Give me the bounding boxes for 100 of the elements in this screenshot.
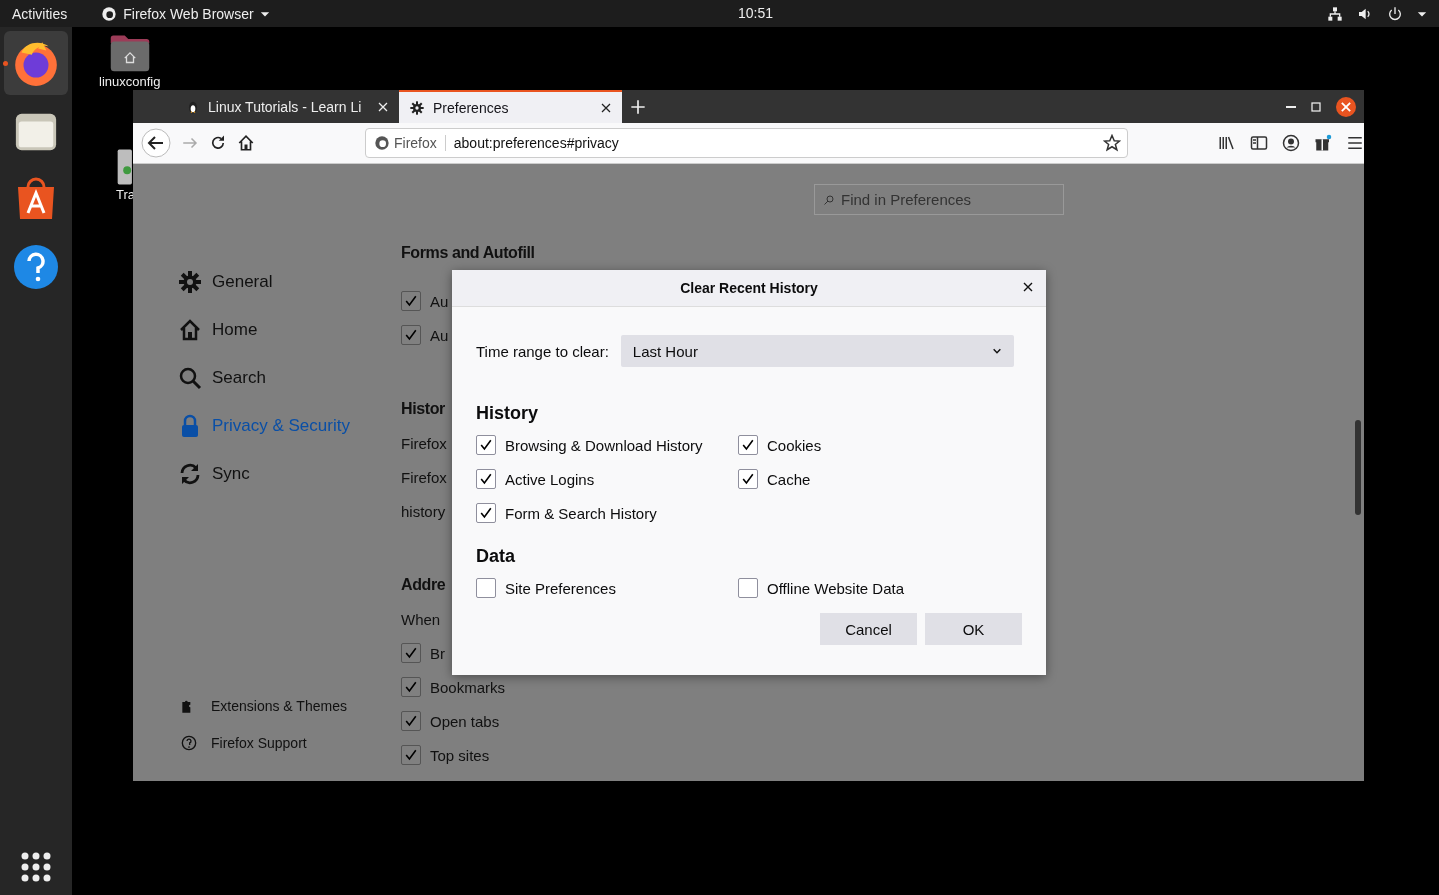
new-tab-button[interactable] [630,98,646,115]
clock[interactable]: 10:51 [738,5,774,21]
sidebar-link[interactable]: Firefox Support [178,724,401,761]
close-icon [377,100,389,113]
gear-icon [409,99,425,116]
scrollbar-thumb[interactable] [1355,420,1361,515]
sidebar-link[interactable]: Extensions & Themes [178,687,401,724]
home-icon [178,318,202,342]
section-heading: Histor [401,399,445,419]
checkbox-label: Bookmarks [430,678,506,696]
cancel-button[interactable]: Cancel [820,613,917,645]
checkbox[interactable] [476,578,496,598]
section-heading: Forms and Autofill [401,243,535,263]
checkbox-label: Open tabs [430,712,500,730]
url-text: about:preferences#privacy [452,135,620,151]
maximize-icon [1310,100,1322,113]
search-icon [178,366,202,390]
sidebar-item[interactable]: Home [178,306,401,354]
maximize-button[interactable] [1310,100,1322,113]
back-button[interactable] [141,128,171,158]
penguin-icon [186,99,200,114]
section-heading: History [476,403,539,424]
reload-icon [209,134,227,152]
checkbox-label: Au [430,326,449,344]
home-icon [237,134,255,152]
plus-icon [630,98,646,115]
checkbox[interactable] [401,745,421,765]
dock-app[interactable] [4,31,68,95]
account-button[interactable] [1282,134,1300,152]
checkbox[interactable] [401,677,421,697]
sidebar-button[interactable] [1250,134,1268,152]
tab-title: Linux Tutorials - Learn Li [208,98,363,115]
browser-tab[interactable]: Linux Tutorials - Learn Li [176,90,399,123]
network-icon [1327,5,1343,22]
dialog-title: Clear Recent History [680,280,818,296]
close-button[interactable] [1336,96,1356,117]
desktop-icon[interactable]: linuxconfig [99,31,161,89]
description-text: When [401,609,441,630]
checkbox[interactable] [401,325,421,345]
trash-icon [116,148,132,186]
bookmark-button[interactable] [1103,134,1121,152]
minimize-icon [1286,105,1296,108]
minimize-button[interactable] [1286,105,1296,108]
checkbox-label: Offline Website Data [767,579,904,597]
checkbox[interactable] [476,503,496,523]
checkbox[interactable] [476,435,496,455]
gift-button[interactable] [1314,134,1332,152]
checkbox-label: Cookies [767,436,822,454]
gift-icon [1314,134,1332,152]
app-grid-icon [20,851,52,883]
reload-button[interactable] [209,134,227,152]
identity-label: Firefox [366,135,446,151]
search-icon [823,193,835,206]
checkbox-label: Form & Search History [505,504,657,522]
running-dot [3,61,8,66]
description-text: Firefox [401,433,447,454]
help-icon [181,734,197,751]
checkbox-label: Top sites [430,746,490,764]
checkbox[interactable] [738,578,758,598]
description-text: Firefox [401,467,447,488]
section-heading: Data [476,546,516,567]
checkbox-label: Br [430,644,445,662]
library-button[interactable] [1218,134,1236,152]
help-icon [12,243,60,291]
checkbox-label: Browsing & Download History [505,436,703,454]
power-icon [1387,5,1403,22]
activities-button[interactable]: Activities [12,5,68,22]
sidebar-item[interactable]: Sync [178,450,401,498]
app-menu[interactable]: Firefox Web Browser [101,5,270,22]
sync-icon [178,462,202,486]
browser-tab[interactable]: Preferences [399,90,622,123]
close-button[interactable] [1022,281,1034,293]
chevron-down-icon [991,346,1002,356]
account-icon [1282,134,1300,152]
time-range-dropdown[interactable]: Last Hour [620,335,1014,367]
app-name: Firefox Web Browser [123,5,254,22]
checkbox[interactable] [476,469,496,489]
checkbox-label: Cache [767,470,811,488]
close-icon [1022,281,1034,293]
sidebar-item[interactable]: General [178,258,401,306]
checkbox-label: Active Logins [505,470,595,488]
address-bar[interactable]: Firefox about:preferences#privacy [365,128,1128,158]
description-text: history [401,501,446,522]
home-button[interactable] [237,134,255,152]
close-icon [1336,96,1356,117]
sidebar-item[interactable]: Search [178,354,401,402]
sidebar-icon [1250,134,1268,152]
ok-button[interactable]: OK [925,613,1022,645]
library-icon [1218,134,1236,152]
star-icon [1103,134,1121,152]
checkbox-label: Site Preferences [505,579,616,597]
menu-button[interactable] [1346,134,1364,152]
checkbox-label: Au [430,292,449,310]
checkbox[interactable] [401,643,421,663]
checkbox[interactable] [738,469,758,489]
checkbox[interactable] [738,435,758,455]
checkbox[interactable] [401,291,421,311]
checkbox[interactable] [401,711,421,731]
tab-title: Preferences [433,99,510,116]
close-icon [600,101,612,114]
